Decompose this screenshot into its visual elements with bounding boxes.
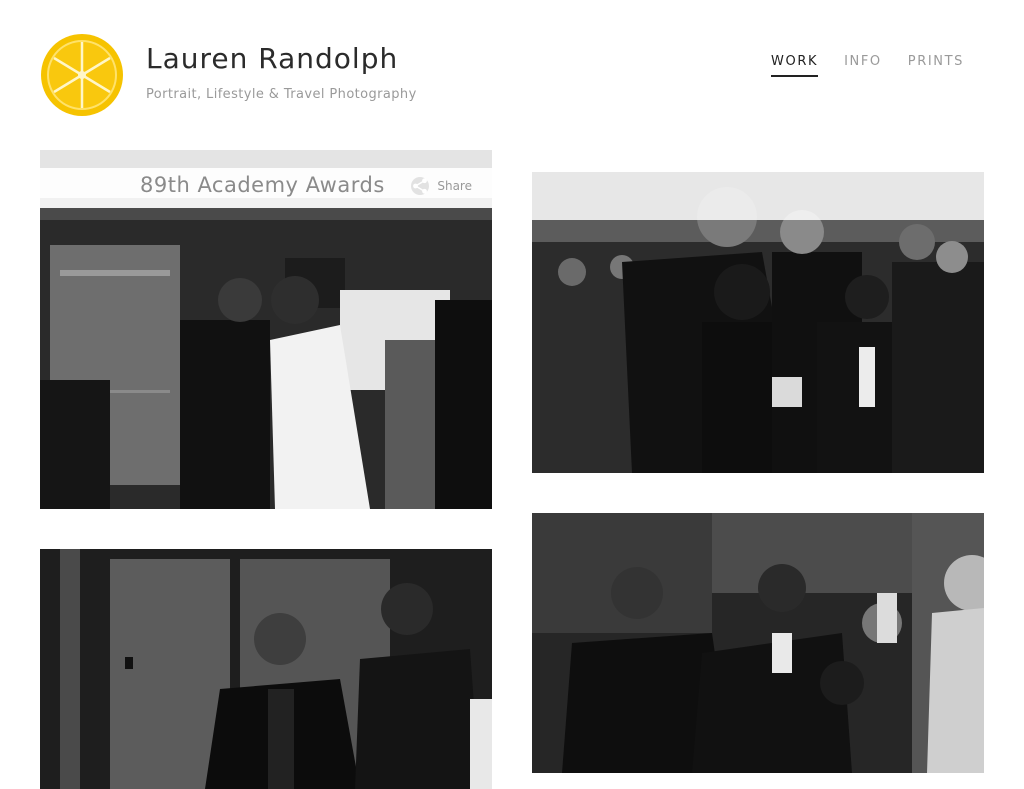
photo-top-fade [532,172,984,220]
share-label: Share [437,179,472,193]
nav-work-link[interactable]: WORK [771,54,819,77]
photo-surprised-elevator[interactable] [40,549,492,789]
site-tagline: Portrait, Lifestyle & Travel Photography [146,87,417,102]
site-title[interactable]: Lauren Randolph [146,42,398,75]
gallery-caption-bar: 89th Academy Awards Share [40,168,492,208]
lemon-slice-logo-icon[interactable] [40,33,124,117]
share-icon [411,177,430,195]
gallery-caption-title: 89th Academy Awards [140,173,385,197]
main-nav: WORK INFO PRINTS [771,54,964,77]
share-button[interactable]: Share [411,177,472,195]
photo-celebration-backstage[interactable] [532,513,984,773]
photo-embrace-elevator[interactable]: 89th Academy Awards Share [40,150,492,509]
nav-info-link[interactable]: INFO [844,54,882,77]
photo-group-hug-crowd[interactable] [532,172,984,473]
nav-prints-link[interactable]: PRINTS [908,54,964,77]
